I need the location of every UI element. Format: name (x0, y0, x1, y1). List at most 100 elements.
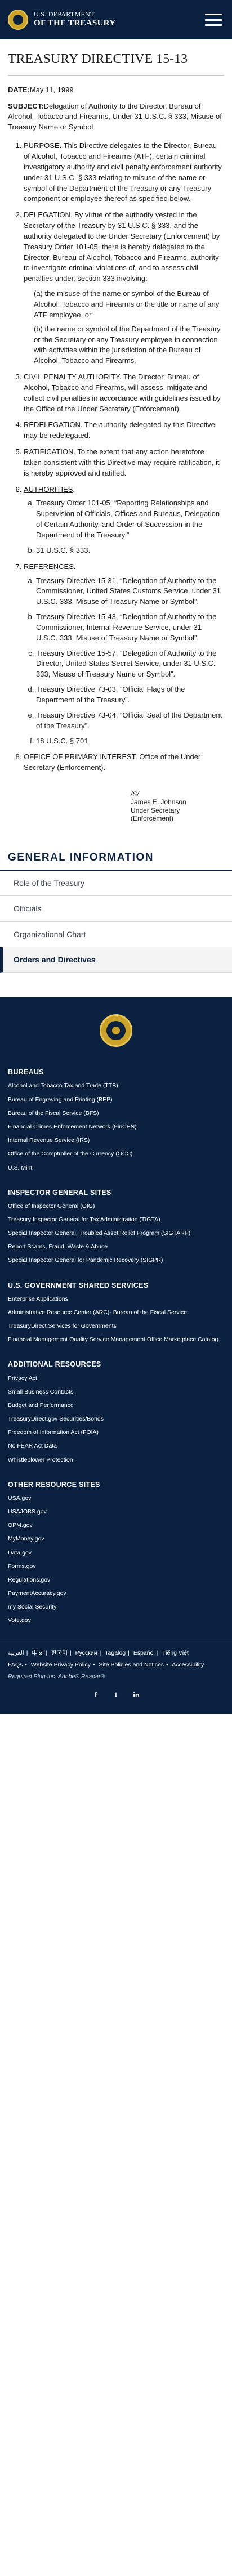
footer-link-usajobs[interactable]: USAJOBS.gov (8, 1508, 47, 1515)
footer-link-fincen[interactable]: Financial Crimes Enforcement Network (Fi… (8, 1123, 137, 1130)
footer-link-oig[interactable]: Office of Inspector General (OIG) (8, 1203, 95, 1209)
menu-icon[interactable] (205, 14, 222, 26)
delegation-subparagraphs: (a) the misuse of the name or symbol of … (34, 289, 224, 366)
date-value: May 11, 1999 (29, 85, 74, 94)
footer-link-usa-gov[interactable]: USA.gov (8, 1495, 31, 1502)
references-heading: REFERENCES (24, 562, 74, 571)
section-civil-penalty: CIVIL PENALTY AUTHORITY. The Director, B… (24, 372, 224, 414)
references-item-f: 18 U.S.C. § 701 (36, 736, 224, 747)
lang-link-vietnamese[interactable]: Tiếng Việt (162, 1650, 189, 1656)
nav-item-orders-directives: Orders and Directives (0, 947, 232, 973)
footer-link-faqs[interactable]: FAQs (8, 1661, 23, 1668)
delegation-item-a: (a) the misuse of the name or symbol of … (34, 289, 220, 319)
delegation-text: . By virtue of the authority vested in t… (24, 210, 220, 283)
footer-link-whistleblower[interactable]: Whistleblower Protection (8, 1457, 73, 1463)
lang-link-russian[interactable]: Русский (75, 1650, 97, 1656)
brand-line-2: OF THE TREASURY (34, 19, 116, 28)
references-item-a: Treasury Directive 15-31, “Delegation of… (36, 576, 224, 608)
footer-link-bfs[interactable]: Bureau of the Fiscal Service (BFS) (8, 1110, 99, 1117)
references-item-e: Treasury Directive 73-04, “Official Seal… (36, 710, 224, 732)
footer-link-us-mint[interactable]: U.S. Mint (8, 1164, 32, 1171)
facebook-icon[interactable]: f (91, 1690, 101, 1700)
footer-ig-heading: INSPECTOR GENERAL SITES (8, 1188, 111, 1197)
footer-link-treasurydirect-gov[interactable]: TreasuryDirect Services for Governments (8, 1323, 117, 1329)
footer-link-budget[interactable]: Budget and Performance (8, 1402, 74, 1409)
nav-link-officials[interactable]: Officials (0, 896, 232, 921)
references-item-d: Treasury Directive 73-03, “Official Flag… (36, 684, 224, 706)
footer-bureaus-heading: BUREAUS (8, 1068, 44, 1077)
purpose-text: . This Directive delegates to the Direct… (24, 141, 222, 203)
linkedin-icon[interactable]: in (131, 1690, 141, 1700)
footer-link-data-gov[interactable]: Data.gov (8, 1549, 32, 1556)
footer-link-irs[interactable]: Internal Revenue Service (IRS) (8, 1137, 90, 1144)
page-title: TREASURY DIRECTIVE 15-13 (8, 50, 224, 76)
footer-link-regulations[interactable]: Regulations.gov (8, 1576, 50, 1583)
footer-link-tigta[interactable]: Treasury Inspector General for Tax Admin… (8, 1216, 160, 1223)
footer-link-treasurydirect-bonds[interactable]: TreasuryDirect.gov Securities/Bonds (8, 1415, 104, 1422)
lang-link-chinese[interactable]: 中文 (32, 1650, 43, 1656)
lang-link-arabic[interactable]: العربية (8, 1650, 24, 1656)
brand-text: U.S. DEPARTMENT OF THE TREASURY (34, 11, 115, 28)
signature-mark: /S/ (131, 790, 139, 799)
footer-shared-services: U.S. GOVERNMENT SHARED SERVICES Enterpri… (8, 1280, 224, 1344)
footer-link-small-business[interactable]: Small Business Contacts (8, 1388, 73, 1395)
authorities-heading: AUTHORITIES (24, 485, 73, 494)
section-references: REFERENCES. Treasury Directive 15-31, “D… (24, 562, 224, 747)
footer-link-enterprise-apps[interactable]: Enterprise Applications (8, 1296, 68, 1302)
footer-link-sigpr[interactable]: Special Inspector General for Pandemic R… (8, 1257, 163, 1264)
references-list: Treasury Directive 15-31, “Delegation of… (24, 576, 224, 747)
footer-additional-heading: ADDITIONAL RESOURCES (8, 1360, 101, 1369)
footer-shared-heading: U.S. GOVERNMENT SHARED SERVICES (8, 1281, 149, 1289)
date-label: DATE: (8, 85, 30, 94)
authorities-tail: . (73, 485, 75, 494)
nav-item-org-chart: Organizational Chart (0, 922, 232, 948)
footer-link-fm-qsmo[interactable]: Financial Management Quality Service Man… (8, 1336, 218, 1343)
footer-bureaus: BUREAUS Alcohol and Tobacco Tax and Trad… (8, 1067, 224, 1171)
civil-penalty-heading: CIVIL PENALTY AUTHORITY (24, 373, 120, 382)
references-tail: . (73, 562, 76, 571)
lang-link-spanish[interactable]: Español (133, 1650, 155, 1656)
footer-link-occ[interactable]: Office of the Comptroller of the Currenc… (8, 1150, 133, 1157)
twitter-icon[interactable]: t (111, 1690, 121, 1700)
section-authorities: AUTHORITIES. Treasury Order 101-05, “Rep… (24, 485, 224, 556)
footer-link-arc[interactable]: Administrative Resource Center (ARC)- Bu… (8, 1309, 187, 1316)
date-line: DATE:May 11, 1999 (8, 85, 224, 96)
footer-other-resources: OTHER RESOURCE SITES USA.gov USAJOBS.gov… (8, 1480, 224, 1625)
subject-label: SUBJECT: (8, 101, 44, 110)
nav-link-organizational-chart[interactable]: Organizational Chart (0, 922, 232, 947)
section-ratification: RATIFICATION. To the extent that any act… (24, 447, 224, 479)
footer-link-accessibility[interactable]: Accessibility (172, 1661, 204, 1668)
signature-title: Under Secretary (Enforcement) (131, 806, 180, 823)
footer-link-privacy-act[interactable]: Privacy Act (8, 1375, 37, 1382)
signature-block: /S/ James E. Johnson Under Secretary (En… (131, 790, 224, 823)
footer-link-opm[interactable]: OPM.gov (8, 1522, 33, 1529)
footer-link-my-social-security[interactable]: my Social Security (8, 1603, 56, 1610)
language-links: العربية | 中文 | 한국어 | Русский | Tagalog | Espa… (8, 1649, 189, 1656)
footer-additional-resources: ADDITIONAL RESOURCES Privacy Act Small B… (8, 1359, 224, 1463)
footer-link-site-policies[interactable]: Site Policies and Notices (99, 1661, 164, 1668)
footer-link-no-fear[interactable]: No FEAR Act Data (8, 1442, 57, 1449)
required-plugins-note: Required Plug-ins: Adobe® Reader® (8, 1673, 105, 1681)
delegation-heading: DELEGATION (24, 210, 70, 219)
footer-link-foia[interactable]: Freedom of Information Act (FOIA) (8, 1429, 99, 1436)
nav-link-orders-and-directives[interactable]: Orders and Directives (3, 947, 232, 972)
footer-link-payment-accuracy[interactable]: PaymentAccuracy.gov (8, 1590, 66, 1597)
nav-link-role-of-treasury[interactable]: Role of the Treasury (0, 871, 232, 895)
lang-link-tagalog[interactable]: Tagalog (105, 1650, 126, 1656)
home-logo-link[interactable]: U.S. DEPARTMENT OF THE TREASURY (8, 10, 115, 30)
footer-bottom: العربية | 中文 | 한국어 | Русский | Tagalog | Espa… (0, 1640, 232, 1714)
policy-links: FAQs • Website Privacy Policy • Site Polic… (8, 1661, 204, 1668)
footer-link-bep[interactable]: Bureau of Engraving and Printing (BEP) (8, 1096, 113, 1103)
redelegation-heading: REDELEGATION (24, 420, 81, 429)
footer-link-ttb[interactable]: Alcohol and Tobacco Tax and Trade (TTB) (8, 1082, 118, 1089)
footer-link-website-privacy[interactable]: Website Privacy Policy (31, 1661, 91, 1668)
footer-link-vote-gov[interactable]: Vote.gov (8, 1617, 31, 1624)
footer-link-forms-gov[interactable]: Forms.gov (8, 1563, 36, 1570)
footer-inspector-general: INSPECTOR GENERAL SITES Office of Inspec… (8, 1188, 224, 1265)
lang-link-korean[interactable]: 한국어 (51, 1650, 68, 1656)
footer-link-report-scams[interactable]: Report Scams, Fraud, Waste & Abuse (8, 1243, 108, 1250)
section-office-primary-interest: OFFICE OF PRIMARY INTEREST. Office of th… (24, 752, 224, 773)
footer-link-mymoney[interactable]: MyMoney.gov (8, 1535, 44, 1542)
footer-link-sigtarp[interactable]: Special Inspector General, Troubled Asse… (8, 1230, 190, 1237)
authorities-list: Treasury Order 101-05, “Reporting Relati… (24, 498, 224, 555)
